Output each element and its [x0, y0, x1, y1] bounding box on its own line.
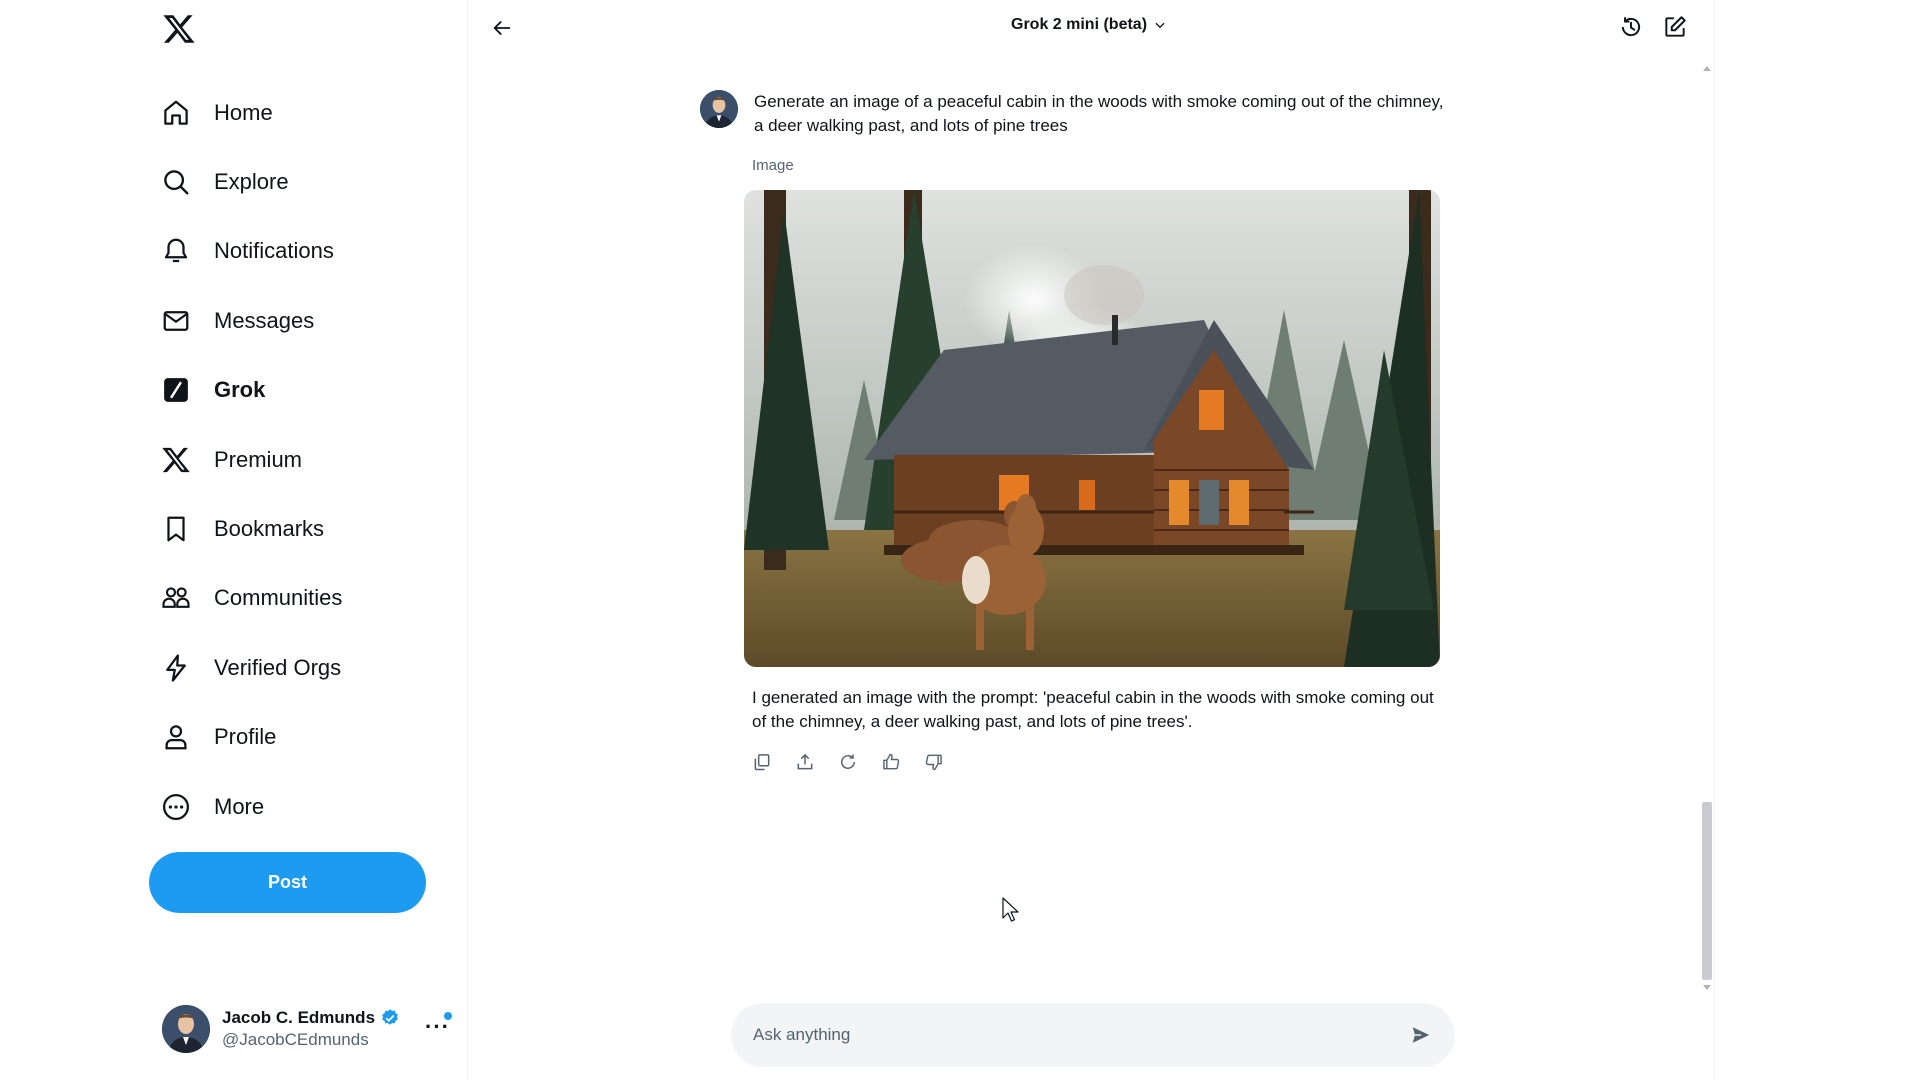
- send-button[interactable]: [1401, 1015, 1441, 1055]
- sidebar: Home Explore Notifications Messages Grok: [0, 0, 468, 1080]
- ask-input[interactable]: [751, 1024, 1401, 1046]
- scroll-down-arrow-icon[interactable]: [1703, 985, 1711, 990]
- chevron-down-icon: [1155, 22, 1165, 29]
- post-button[interactable]: Post: [149, 852, 426, 913]
- nav-item-home[interactable]: Home: [160, 78, 342, 147]
- nav-item-premium[interactable]: Premium: [160, 425, 342, 494]
- nav-label: Home: [214, 99, 273, 125]
- search-icon: [160, 166, 192, 198]
- avatar: [162, 1005, 210, 1053]
- grok-reply-text: I generated an image with the prompt: 'p…: [752, 688, 1434, 731]
- copy-icon: [754, 754, 770, 771]
- nav-item-communities[interactable]: Communities: [160, 564, 342, 633]
- grok-chat-panel: Grok 2 mini (beta) Generate an image of …: [468, 0, 1715, 1080]
- x-logo-icon[interactable]: [162, 12, 196, 46]
- account-switcher[interactable]: Jacob C. Edmunds @JacobCEdmunds ···: [162, 1000, 452, 1058]
- compose-icon: [1665, 16, 1686, 37]
- nav-label: Verified Orgs: [214, 654, 342, 680]
- person-icon: [160, 721, 192, 753]
- nav-label: Grok: [214, 377, 266, 403]
- verified-badge-icon: [382, 1009, 398, 1025]
- share-icon: [797, 753, 813, 770]
- regenerate-button[interactable]: [836, 750, 860, 774]
- nav-item-explore[interactable]: Explore: [160, 147, 342, 216]
- user-prompt-text: Generate an image of a peaceful cabin in…: [754, 92, 1444, 135]
- nav-item-verified-orgs[interactable]: Verified Orgs: [160, 633, 342, 702]
- generated-image[interactable]: [744, 190, 1440, 667]
- image-label: Image: [752, 157, 794, 174]
- lightning-icon: [160, 652, 192, 684]
- nav-label: Messages: [214, 307, 315, 333]
- like-button[interactable]: [879, 750, 903, 774]
- nav-label: Profile: [214, 724, 277, 750]
- nav-label: More: [214, 793, 265, 819]
- history-button[interactable]: [1618, 14, 1646, 42]
- dislike-button[interactable]: [922, 750, 946, 774]
- mouse-pointer-icon: [1002, 897, 1019, 922]
- chat-composer: [731, 1003, 1455, 1067]
- primary-nav: Home Explore Notifications Messages Grok: [160, 78, 342, 841]
- back-button[interactable]: [486, 12, 518, 44]
- notification-dot: [444, 1012, 452, 1020]
- nav-label: Notifications: [214, 238, 334, 264]
- avatar: [700, 90, 738, 128]
- account-handle: @JacobCEdmunds: [222, 1030, 369, 1049]
- home-icon: [160, 97, 192, 129]
- people-icon: [160, 582, 192, 614]
- history-icon: [1621, 17, 1641, 37]
- new-chat-button[interactable]: [1662, 14, 1690, 42]
- nav-item-grok[interactable]: Grok: [160, 356, 342, 425]
- nav-item-bookmarks[interactable]: Bookmarks: [160, 494, 342, 563]
- thumbs-down-icon: [925, 754, 942, 771]
- nav-label: Bookmarks: [214, 516, 325, 542]
- nav-label: Premium: [214, 446, 303, 472]
- copy-button[interactable]: [750, 750, 774, 774]
- model-name: Grok 2 mini (beta): [1011, 16, 1148, 33]
- nav-item-messages[interactable]: Messages: [160, 286, 342, 355]
- share-button[interactable]: [793, 750, 817, 774]
- x-logo-icon: [160, 444, 192, 476]
- refresh-icon: [841, 754, 855, 769]
- scrollbar[interactable]: [1699, 60, 1713, 1000]
- thumbs-up-icon: [883, 753, 900, 770]
- user-message: Generate an image of a peaceful cabin in…: [700, 90, 1454, 138]
- nav-item-more[interactable]: More: [160, 772, 342, 841]
- envelope-icon: [160, 305, 192, 337]
- nav-item-profile[interactable]: Profile: [160, 703, 342, 772]
- bell-icon: [160, 235, 192, 267]
- chat-header: Grok 2 mini (beta): [468, 0, 1714, 56]
- scrollbar-thumb[interactable]: [1702, 802, 1712, 980]
- nav-item-notifications[interactable]: Notifications: [160, 217, 342, 286]
- arrow-left-icon: [493, 21, 511, 35]
- grok-icon: [160, 374, 192, 406]
- message-actions: [750, 750, 965, 774]
- nav-label: Communities: [214, 585, 343, 611]
- scroll-up-arrow-icon[interactable]: [1703, 66, 1711, 71]
- nav-label: Explore: [214, 169, 289, 195]
- send-icon: [1412, 1027, 1430, 1043]
- model-selector[interactable]: Grok 2 mini (beta): [1011, 16, 1167, 34]
- bookmark-icon: [160, 513, 192, 545]
- account-name: Jacob C. Edmunds: [222, 1008, 376, 1027]
- more-circle-icon: [160, 791, 192, 823]
